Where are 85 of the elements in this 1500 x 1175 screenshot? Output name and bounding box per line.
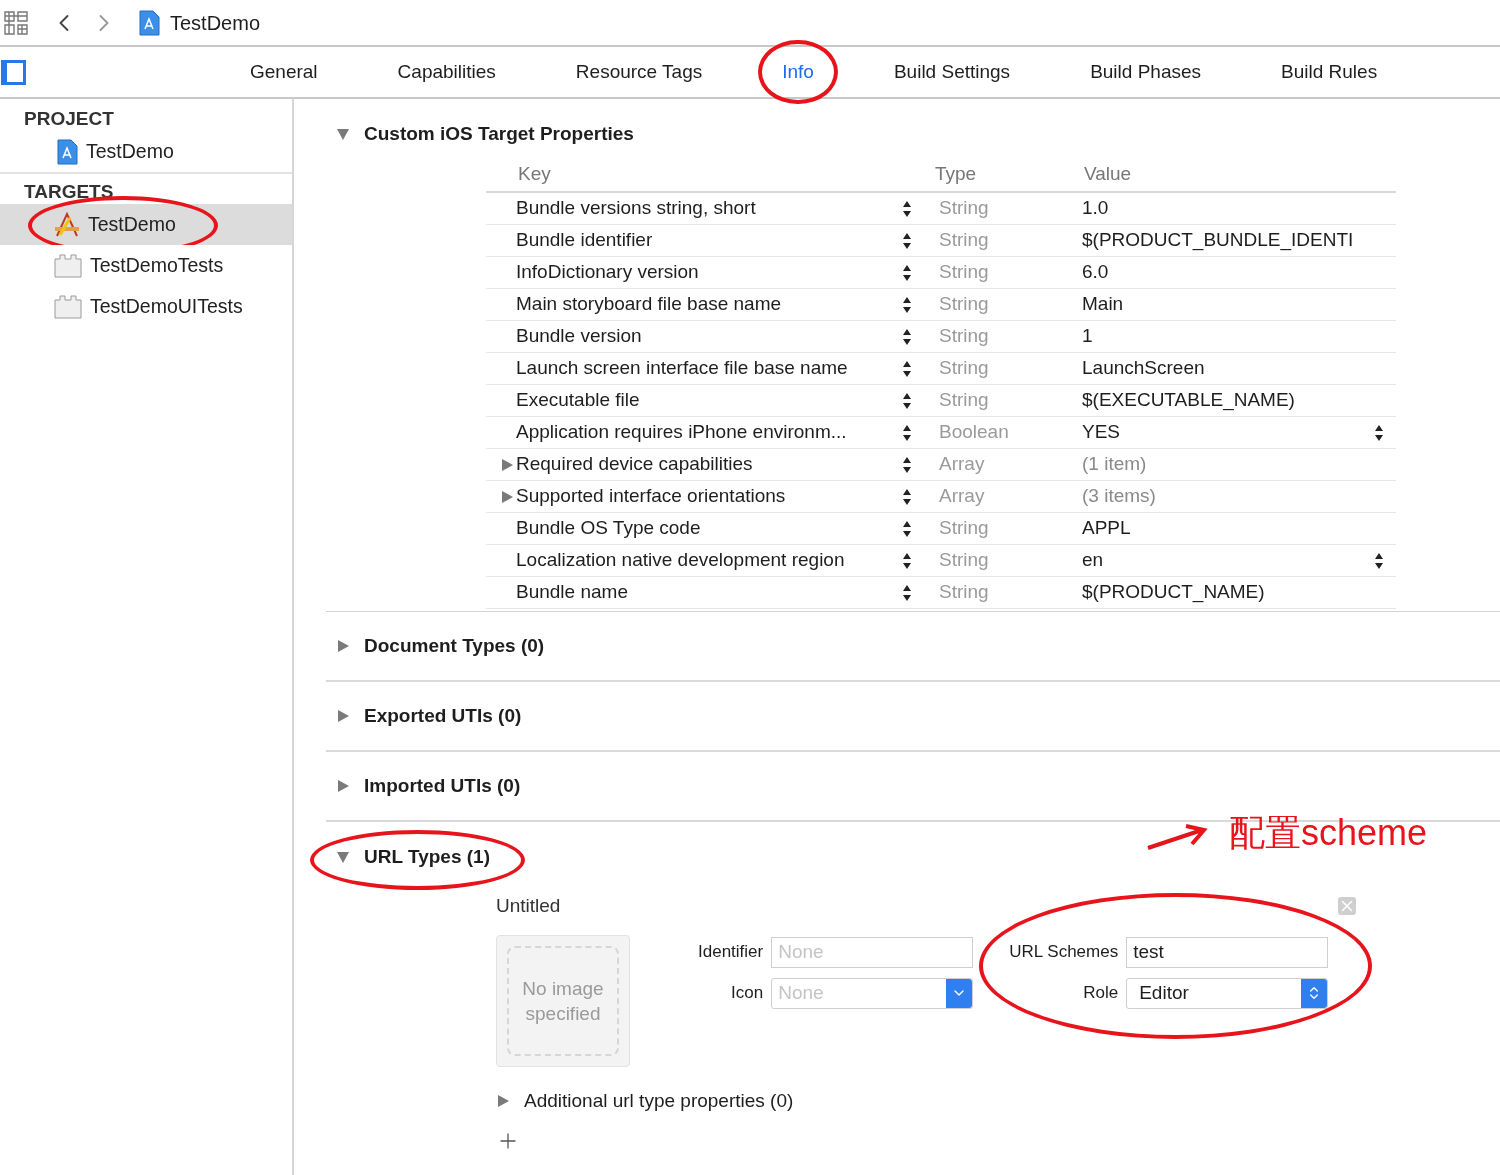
disclosure-open-icon[interactable] — [336, 850, 350, 864]
section-title: Custom iOS Target Properties — [364, 121, 634, 146]
role-dropdown[interactable]: Editor — [1126, 977, 1329, 1009]
value-cell-text: 6.0 — [1082, 260, 1109, 285]
section-heading: TARGETS — [23, 180, 115, 204]
section-title: URL Types (1) — [364, 844, 490, 869]
column-header[interactable]: Key — [486, 159, 935, 189]
project-title[interactable]: TestDemo — [170, 7, 261, 38]
key-cell-text: Launch screen interface file base name — [516, 356, 849, 381]
section-title: Document Types (0) — [364, 633, 545, 658]
url-type-name: Untitled — [496, 894, 561, 918]
tab[interactable]: General — [240, 53, 328, 91]
value-cell-text: $(EXECUTABLE_NAME) — [1082, 388, 1295, 413]
type-cell-text: String — [939, 196, 990, 221]
disclosure-closed-icon[interactable] — [336, 779, 350, 793]
value-cell-text: en — [1082, 548, 1104, 573]
section-heading: PROJECT — [23, 107, 115, 131]
field-label: Icon — [731, 982, 764, 1005]
column-header[interactable]: Value — [1084, 159, 1132, 189]
tab[interactable]: Resource Tags — [565, 53, 713, 91]
additional-properties-title: Additional url type properties (0) — [524, 1088, 794, 1113]
key-cell-text: Bundle name — [516, 580, 629, 605]
image-placeholder-text: No image specified — [521, 976, 605, 1026]
type-cell-text: String — [939, 228, 990, 253]
type-cell-text: Array — [939, 452, 986, 477]
disclosure-open-icon[interactable] — [336, 127, 350, 141]
key-cell-text: Supported interface orientations — [516, 484, 787, 509]
value-cell-text: 1.0 — [1082, 196, 1109, 221]
value-cell-text: Main — [1082, 292, 1124, 317]
value-cell-text: $(PRODUCT_NAME) — [1082, 580, 1265, 605]
section-title: Imported UTIs (0) — [364, 773, 521, 798]
value-cell-text: $(PRODUCT_BUNDLE_IDENTI — [1082, 228, 1354, 253]
tab[interactable]: Build Rules — [1271, 53, 1388, 91]
annotation-text: 配置scheme — [1229, 811, 1428, 855]
bundle-icon — [54, 253, 82, 278]
value-cell-text: (1 item) — [1082, 452, 1147, 477]
target-item[interactable]: TestDemo — [0, 204, 292, 245]
project-file-icon — [56, 138, 78, 165]
field-label: Identifier — [698, 941, 764, 964]
key-cell-text: Main storyboard file base name — [516, 292, 783, 317]
identifier-field[interactable]: None — [771, 936, 974, 968]
disclosure-closed-icon[interactable] — [336, 639, 350, 653]
sidebar-toggle-icon[interactable] — [1, 59, 26, 85]
type-cell-text: String — [939, 292, 990, 317]
disclosure-closed-icon[interactable] — [500, 457, 514, 472]
value-cell-text: 1 — [1082, 324, 1093, 349]
column-header[interactable]: Type — [935, 159, 1084, 189]
tab[interactable]: Build Settings — [883, 53, 1021, 91]
value-cell-text: YES — [1082, 420, 1121, 445]
tab[interactable]: Capabilities — [387, 53, 506, 91]
key-cell-text: Bundle version — [516, 324, 643, 349]
project-file-icon — [138, 9, 160, 36]
value-cell-text: APPL — [1082, 516, 1131, 541]
type-cell-text: String — [939, 548, 990, 573]
type-cell-text: Array — [939, 484, 986, 509]
field-label: Role — [1083, 982, 1119, 1005]
type-cell-text: String — [939, 356, 990, 381]
tab[interactable]: Build Phases — [1080, 53, 1212, 91]
type-cell-text: String — [939, 324, 990, 349]
key-cell-text: Localization native development region — [516, 548, 846, 573]
key-cell-text: Executable file — [516, 388, 641, 413]
value-cell-text: (3 items) — [1082, 484, 1156, 509]
tab[interactable]: Info — [772, 53, 824, 91]
type-cell-text: String — [939, 260, 990, 285]
disclosure-closed-icon[interactable] — [500, 489, 514, 504]
disclosure-closed-icon[interactable] — [336, 709, 350, 723]
type-cell-text: String — [939, 580, 990, 605]
value-cell-text: LaunchScreen — [1082, 356, 1205, 381]
type-cell-text: String — [939, 388, 990, 413]
url-schemes-field[interactable]: test — [1126, 936, 1329, 968]
key-cell-text: Bundle versions string, short — [516, 196, 757, 221]
field-label: URL Schemes — [1009, 941, 1119, 964]
bundle-icon — [54, 294, 82, 319]
key-cell-text: Bundle OS Type code — [516, 516, 702, 541]
key-cell-text: Required device capabilities — [516, 452, 754, 477]
key-cell-text: Application requires iPhone environm... — [516, 420, 848, 445]
annotation-arrow — [1146, 822, 1208, 852]
app-target-icon — [54, 211, 80, 238]
type-cell-text: String — [939, 516, 990, 541]
section-title: Exported UTIs (0) — [364, 703, 522, 728]
grid-icon[interactable] — [4, 10, 28, 35]
key-cell-text: Bundle identifier — [516, 228, 654, 253]
disclosure-closed-icon[interactable] — [496, 1093, 510, 1108]
key-cell-text: InfoDictionary version — [516, 260, 700, 285]
type-cell-text: Boolean — [939, 420, 1010, 445]
